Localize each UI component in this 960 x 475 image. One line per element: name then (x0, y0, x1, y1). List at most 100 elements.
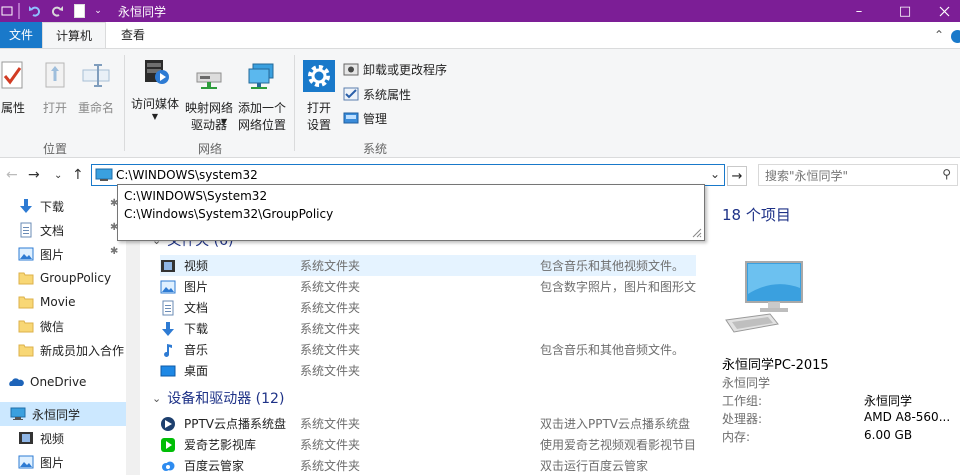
uninstall-program-button[interactable]: 卸载或更改程序 (343, 59, 447, 79)
up-arrow-icon[interactable]: ↑ (72, 167, 84, 183)
memory-label: 内存: (722, 430, 751, 444)
document-icon (162, 300, 174, 315)
search-icon[interactable]: ⚲ (942, 167, 951, 181)
network-group-label: 网络 (197, 142, 222, 156)
table-row[interactable]: PPTV云点播系统盘 系统文件夹 双击进入PPTV云点播系统盘 (160, 413, 696, 434)
pc-group: 永恒同学 (722, 376, 771, 390)
system-group-label: 系统 (362, 142, 387, 156)
videos-icon (19, 432, 33, 444)
item-name: 文档 (184, 301, 209, 315)
item-name: 图片 (184, 280, 209, 294)
new-file-icon[interactable] (72, 2, 86, 20)
table-row[interactable]: 图片 系统文件夹 包含数字照片，图片和图形文 (160, 276, 696, 297)
table-row[interactable]: 文档 系统文件夹 (160, 297, 696, 318)
help-icon[interactable] (951, 30, 960, 43)
system-properties-button[interactable]: 系统属性 (343, 84, 411, 104)
open-settings-button[interactable]: 打开 设置 (300, 59, 338, 134)
item-name: PPTV云点播系统盘 (184, 417, 287, 431)
go-button[interactable]: → (727, 166, 747, 186)
title-separator (18, 3, 20, 19)
sidebar-item-label: 图片 (40, 247, 65, 262)
collapse-ribbon-chevron-icon[interactable]: ⌃ (934, 28, 944, 42)
sidebar-item-label: OneDrive (30, 375, 87, 389)
table-row[interactable]: 百度云管家 系统文件夹 双击运行百度云管家 (160, 455, 696, 475)
computer-icon (725, 261, 803, 333)
rename-button[interactable]: 重命名 (76, 59, 116, 117)
sidebar-item-pictures-2[interactable]: 图片 (0, 450, 126, 474)
minimize-button[interactable]: – (836, 0, 882, 22)
tab-file[interactable]: 文件 (0, 22, 42, 48)
sidebar-item-label: 永恒同学 (32, 407, 81, 422)
access-media-dropdown-icon: ▼ (151, 112, 159, 121)
manage-button[interactable]: 管理 (343, 108, 387, 128)
videos-icon (161, 259, 175, 272)
address-input[interactable] (116, 166, 700, 184)
pin-icon[interactable]: ✱ (110, 246, 118, 257)
tab-computer[interactable]: 计算机 (42, 22, 106, 48)
manage-label: 管理 (363, 111, 388, 126)
resize-grip-icon[interactable] (690, 226, 702, 238)
sidebar-item-label: 新成员加入合作 (40, 343, 125, 358)
group-separator (124, 55, 125, 151)
sidebar-item-onedrive[interactable]: OneDrive (0, 370, 126, 394)
item-name: 下载 (184, 322, 209, 336)
address-bar[interactable]: ⌄ (91, 164, 725, 186)
address-autocomplete-popup: C:\WINDOWS\System32 C:\Windows\System32\… (117, 184, 705, 241)
search-input[interactable] (765, 167, 935, 184)
properties-button[interactable]: 属性 (0, 59, 26, 117)
item-name: 百度云管家 (184, 459, 245, 473)
network-drive-icon (196, 72, 222, 89)
sidebar-item-documents[interactable]: 文档 ✱ (0, 218, 126, 242)
item-name: 桌面 (184, 364, 209, 378)
sidebar-item-label: GroupPolicy (40, 271, 112, 285)
access-media-button[interactable]: 访问媒体 ▼ (130, 55, 180, 121)
ribbon-tabs: 文件 计算机 查看 ⌃ (0, 22, 960, 48)
sidebar-item-new-member[interactable]: 新成员加入合作 (0, 338, 126, 362)
undo-icon[interactable] (26, 2, 44, 20)
group-separator (294, 55, 295, 151)
item-type: 系统文件夹 (300, 417, 361, 431)
address-dropdown-chevron-icon[interactable]: ⌄ (710, 167, 720, 181)
item-count: 18 个项目 (722, 206, 791, 224)
map-drive-dropdown-icon[interactable]: ▼ (221, 111, 233, 131)
table-row[interactable]: 音乐 系统文件夹 包含音乐和其他音频文件。 (160, 339, 696, 360)
sidebar-item-pictures[interactable]: 图片 ✱ (0, 242, 126, 266)
sidebar-item-downloads[interactable]: 下载 ✱ (0, 194, 126, 218)
autocomplete-suggestion[interactable]: C:\Windows\System32\GroupPolicy (124, 207, 333, 221)
iqiyi-icon (161, 437, 175, 452)
item-description: 双击进入PPTV云点播系统盘 (540, 417, 691, 431)
sidebar-item-videos[interactable]: 视频 (0, 426, 126, 450)
rename-icon (82, 64, 110, 87)
back-arrow-icon[interactable]: ← (6, 167, 18, 183)
maximize-button[interactable]: □ (882, 0, 928, 22)
sidebar-item-this-pc[interactable]: 永恒同学 (0, 402, 126, 426)
sidebar-item-label: 视频 (40, 431, 65, 446)
autocomplete-suggestion[interactable]: C:\WINDOWS\System32 (124, 189, 267, 203)
pictures-icon (18, 455, 34, 469)
search-box[interactable]: ⚲ (758, 164, 958, 186)
item-description: 使用爱奇艺视频观看影视节目 (540, 438, 696, 452)
table-row[interactable]: 爱奇艺影视库 系统文件夹 使用爱奇艺视频观看影视节目 (160, 434, 696, 455)
tab-view[interactable]: 查看 (106, 22, 160, 48)
sidebar-item-movie[interactable]: Movie (0, 290, 126, 314)
sidebar-item-wechat[interactable]: 微信 (0, 314, 126, 338)
add-network-location-button[interactable]: 添加一个 网络位置 (236, 59, 288, 134)
table-row[interactable]: 下载 系统文件夹 (160, 318, 696, 339)
recent-locations-chevron-icon[interactable]: ⌄ (54, 170, 62, 181)
item-type: 系统文件夹 (300, 459, 361, 473)
devices-section-header[interactable]: ⌄ 设备和驱动器 (12) (152, 388, 284, 408)
table-row[interactable]: 桌面 系统文件夹 (160, 360, 696, 381)
open-label: 打开 (42, 101, 67, 115)
sidebar-item-grouppolicy[interactable]: GroupPolicy (0, 266, 126, 290)
redo-icon[interactable] (48, 2, 66, 20)
explorer-app-icon[interactable] (0, 2, 14, 20)
close-button[interactable] (928, 0, 960, 22)
open-button[interactable]: 打开 (38, 59, 72, 117)
download-icon (20, 199, 32, 213)
customize-qa-chevron-icon[interactable]: ⌄ (92, 2, 104, 20)
table-row[interactable]: 视频 系统文件夹 包含音乐和其他视频文件。 (160, 255, 696, 276)
workgroup-label: 工作组: (722, 394, 763, 408)
add-location-label-1: 添加一个 (237, 101, 286, 115)
forward-arrow-icon[interactable]: → (28, 167, 40, 183)
item-name: 视频 (184, 259, 209, 273)
